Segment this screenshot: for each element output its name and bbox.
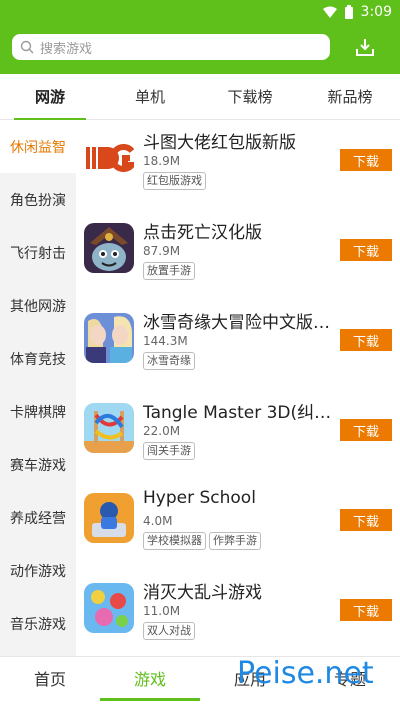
category-sports[interactable]: 体育竞技 <box>0 332 76 385</box>
dou-tu-game-icon <box>84 133 134 183</box>
download-button[interactable]: 下载 <box>340 599 392 621</box>
download-button[interactable]: 下载 <box>340 239 392 261</box>
search-input[interactable]: 搜索游戏 <box>12 34 330 60</box>
game-tags: 学校模拟器 作弊手游 <box>143 532 261 550</box>
game-size: 11.0M <box>143 604 181 618</box>
game-size: 87.9M <box>143 244 181 258</box>
category-card-board[interactable]: 卡牌棋牌 <box>0 385 76 438</box>
melee-game-icon <box>84 583 134 633</box>
list-item[interactable]: 点击死亡汉化版 87.9M 放置手游 下载 <box>76 210 400 300</box>
category-sidebar: 休闲益智 角色扮演 飞行射击 其他网游 体育竞技 卡牌棋牌 赛车游戏 养成经营 … <box>0 120 76 656</box>
list-item[interactable]: Hyper School 4.0M 学校模拟器 作弊手游 下载 <box>76 480 400 570</box>
download-button[interactable]: 下载 <box>340 329 392 351</box>
game-tag[interactable]: 双人对战 <box>143 622 195 640</box>
frozen-game-icon <box>84 313 134 363</box>
nav-games[interactable]: 游戏 <box>100 657 200 701</box>
game-tag[interactable]: 闯关手游 <box>143 442 195 460</box>
download-button[interactable]: 下载 <box>340 149 392 171</box>
list-item[interactable]: 斗图大佬红包版新版 18.9M 红包版游戏 下载 <box>76 120 400 210</box>
tangle-master-game-icon <box>84 403 134 453</box>
category-rpg[interactable]: 角色扮演 <box>0 173 76 226</box>
game-title: 冰雪奇缘大冒险中文版… <box>143 313 330 333</box>
game-title: 点击死亡汉化版 <box>143 223 262 243</box>
category-other-online[interactable]: 其他网游 <box>0 279 76 332</box>
click-death-game-icon <box>84 223 134 273</box>
game-tags: 闯关手游 <box>143 442 195 460</box>
game-size: 144.3M <box>143 334 188 348</box>
tab-single-player[interactable]: 单机 <box>100 74 200 119</box>
game-list: 斗图大佬红包版新版 18.9M 红包版游戏 下载 点击死亡汉化版 87.9M 放… <box>76 120 400 656</box>
game-type-tabs: 网游 单机 下载榜 新品榜 <box>0 74 400 120</box>
game-size: 18.9M <box>143 154 181 168</box>
download-manager-icon[interactable] <box>354 36 376 58</box>
wifi-icon <box>322 6 337 18</box>
battery-icon <box>344 5 353 19</box>
game-tag[interactable]: 放置手游 <box>143 262 195 280</box>
app-header: 3:09 搜索游戏 <box>0 0 400 74</box>
game-tag[interactable]: 作弊手游 <box>209 532 261 550</box>
game-tag[interactable]: 红包版游戏 <box>143 172 206 190</box>
tab-download-ranking[interactable]: 下载榜 <box>200 74 300 119</box>
download-button[interactable]: 下载 <box>340 419 392 441</box>
download-button[interactable]: 下载 <box>340 509 392 531</box>
game-tags: 双人对战 <box>143 622 195 640</box>
game-tag[interactable]: 冰雪奇缘 <box>143 352 195 370</box>
status-time: 3:09 <box>360 4 392 20</box>
list-item[interactable]: Tangle Master 3D(纠结… 22.0M 闯关手游 下载 <box>76 390 400 480</box>
game-title: 斗图大佬红包版新版 <box>143 133 296 153</box>
game-size: 4.0M <box>143 514 173 528</box>
game-tags: 放置手游 <box>143 262 195 280</box>
category-action[interactable]: 动作游戏 <box>0 544 76 597</box>
list-item[interactable]: 消灭大乱斗游戏 11.0M 双人对战 下载 <box>76 570 400 660</box>
category-racing[interactable]: 赛车游戏 <box>0 438 76 491</box>
category-casual-puzzle[interactable]: 休闲益智 <box>0 120 76 173</box>
search-placeholder: 搜索游戏 <box>40 41 93 57</box>
category-shooter[interactable]: 飞行射击 <box>0 226 76 279</box>
game-size: 22.0M <box>143 424 181 438</box>
game-tags: 冰雪奇缘 <box>143 352 195 370</box>
status-bar: 3:09 <box>322 2 392 22</box>
search-icon <box>20 40 34 54</box>
tab-new-ranking[interactable]: 新品榜 <box>300 74 400 119</box>
list-item[interactable]: 冰雪奇缘大冒险中文版… 144.3M 冰雪奇缘 下载 <box>76 300 400 390</box>
category-music[interactable]: 音乐游戏 <box>0 597 76 650</box>
game-title: 消灭大乱斗游戏 <box>143 583 262 603</box>
game-title: Hyper School <box>143 488 256 508</box>
nav-home[interactable]: 首页 <box>0 657 100 699</box>
game-tags: 红包版游戏 <box>143 172 206 190</box>
hyper-school-game-icon <box>84 493 134 543</box>
category-simulation[interactable]: 养成经营 <box>0 491 76 544</box>
game-title: Tangle Master 3D(纠结… <box>143 403 339 423</box>
game-tag[interactable]: 学校模拟器 <box>143 532 206 550</box>
tab-online-games[interactable]: 网游 <box>0 74 100 120</box>
watermark: Peise.net <box>237 656 374 691</box>
